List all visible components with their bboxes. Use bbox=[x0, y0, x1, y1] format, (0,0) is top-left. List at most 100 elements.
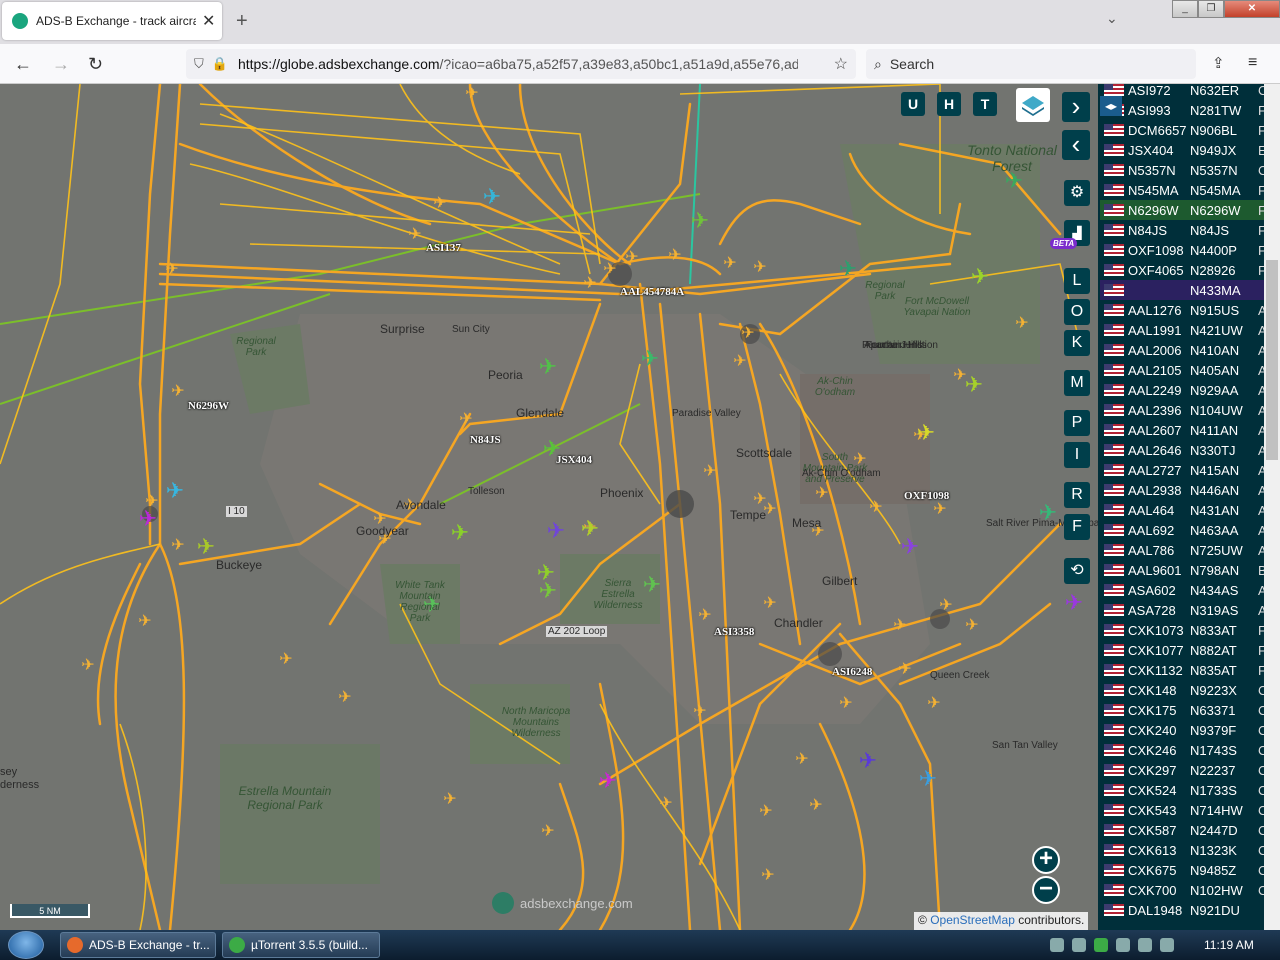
aircraft-list-row[interactable]: CXK613 N1323K C bbox=[1100, 840, 1280, 860]
aircraft-list-row[interactable]: CXK246 N1743S C bbox=[1100, 740, 1280, 760]
network-icon[interactable] bbox=[1050, 938, 1064, 952]
control-button-f[interactable]: F bbox=[1064, 514, 1090, 540]
aircraft-list-row[interactable]: AAL2105 N405AN A bbox=[1100, 360, 1280, 380]
aircraft-list-row[interactable]: CXK240 N9379F C bbox=[1100, 720, 1280, 740]
control-button-k[interactable]: K bbox=[1064, 330, 1090, 356]
aircraft-list-row[interactable]: CXK1132 N835AT F bbox=[1100, 660, 1280, 680]
utorrent-tray-icon[interactable] bbox=[1094, 938, 1108, 952]
aircraft-list-row[interactable]: N545MA N545MA F bbox=[1100, 180, 1280, 200]
aircraft-list-row[interactable]: CXK700 N102HW C bbox=[1100, 880, 1280, 900]
control-button-t[interactable]: T bbox=[973, 92, 997, 116]
start-button[interactable] bbox=[8, 931, 44, 959]
back-arrow-icon[interactable]: ← bbox=[14, 54, 32, 75]
aircraft-label[interactable]: JSX404 bbox=[556, 454, 592, 466]
aircraft-list-row[interactable]: AAL2249 N929AA A bbox=[1100, 380, 1280, 400]
aircraft-label[interactable]: ASI6248 bbox=[832, 666, 872, 678]
aircraft-list-row[interactable]: N6296W N6296W F bbox=[1100, 200, 1280, 220]
aircraft-list-row[interactable]: CXK543 N714HW C bbox=[1100, 800, 1280, 820]
control-button-o[interactable]: O bbox=[1064, 299, 1090, 325]
url-text[interactable]: https://globe.adsbexchange.com/?icao=a6b… bbox=[238, 56, 798, 72]
aircraft-list-row[interactable]: AAL692 N463AA A bbox=[1100, 520, 1280, 540]
aircraft-list-row[interactable]: CXK175 N63371 C bbox=[1100, 700, 1280, 720]
tab-close-icon[interactable]: ✕ bbox=[202, 11, 215, 31]
aircraft-list-row[interactable]: AAL2646 N330TJ A bbox=[1100, 440, 1280, 460]
zoom-in-button[interactable]: + bbox=[1032, 846, 1060, 874]
control-button-m[interactable]: M bbox=[1064, 370, 1090, 396]
aircraft-list-row[interactable]: N84JS N84JS F bbox=[1100, 220, 1280, 240]
taskbar-utorrent[interactable]: µTorrent 3.5.5 (build... bbox=[222, 932, 380, 958]
aircraft-label[interactable]: OXF1098 bbox=[904, 490, 949, 502]
tracking-shield-icon[interactable]: ⛉ bbox=[194, 56, 204, 72]
aircraft-list-row[interactable]: AAL2006 N410AN A bbox=[1100, 340, 1280, 360]
openstreetmap-link[interactable]: OpenStreetMap bbox=[930, 913, 1015, 927]
aircraft-list-row[interactable]: CXK1077 N882AT F bbox=[1100, 640, 1280, 660]
restore-button[interactable]: ❐ bbox=[1198, 0, 1224, 18]
lock-icon[interactable]: 🔒 bbox=[212, 56, 228, 72]
expand-panel-icon[interactable]: ◂▸ bbox=[1100, 96, 1122, 116]
aircraft-list-row[interactable]: AAL1276 N915US A bbox=[1100, 300, 1280, 320]
aircraft-list-row[interactable]: ASA602 N434AS A bbox=[1100, 580, 1280, 600]
control-button-i[interactable]: I bbox=[1064, 442, 1090, 468]
replay-icon[interactable]: ⟲ bbox=[1064, 558, 1090, 584]
aircraft-list-row[interactable]: AAL2396 N104UW A bbox=[1100, 400, 1280, 420]
aircraft-label[interactable]: N84JS bbox=[470, 434, 501, 446]
aircraft-list-row[interactable]: AAL2938 N446AN A bbox=[1100, 480, 1280, 500]
control-button-p[interactable]: P bbox=[1064, 410, 1090, 436]
scrollbar-thumb[interactable] bbox=[1266, 260, 1278, 460]
aircraft-list-row[interactable]: OXF4065 N28926 F bbox=[1100, 260, 1280, 280]
aircraft-label[interactable]: N6296W bbox=[188, 400, 229, 412]
bluetooth-icon[interactable] bbox=[1072, 938, 1086, 952]
previous-aircraft-button[interactable]: ‹ bbox=[1062, 130, 1090, 160]
new-tab-button[interactable]: + bbox=[236, 10, 248, 33]
settings-gear-icon[interactable]: ⚙ bbox=[1064, 180, 1090, 206]
control-button-r[interactable]: R bbox=[1064, 482, 1090, 508]
aircraft-list-row[interactable]: AAL786 N725UW A bbox=[1100, 540, 1280, 560]
aircraft-list-row[interactable]: DCM6657 N906BL F bbox=[1100, 120, 1280, 140]
extensions-icon[interactable]: ⇪ bbox=[1212, 54, 1225, 72]
update-icon[interactable] bbox=[1116, 938, 1130, 952]
reload-icon[interactable]: ↻ bbox=[88, 54, 103, 75]
address-bar[interactable]: ⛉ 🔒 https://globe.adsbexchange.com/?icao… bbox=[186, 49, 856, 79]
menu-icon[interactable]: ≡ bbox=[1248, 54, 1257, 72]
aircraft-list-row[interactable]: N5357N N5357N C bbox=[1100, 160, 1280, 180]
aircraft-list-row[interactable]: ASI972 N632ER C bbox=[1100, 84, 1280, 100]
aircraft-list-row[interactable]: N433MA bbox=[1100, 280, 1280, 300]
aircraft-list-row[interactable]: CXK524 N1733S C bbox=[1100, 780, 1280, 800]
browser-tab[interactable]: ADS-B Exchange - track aircraft ✕ bbox=[2, 2, 222, 40]
aircraft-list-row[interactable]: DAL1948 N921DU bbox=[1100, 900, 1280, 920]
search-box[interactable]: ⌕ Search bbox=[866, 49, 1196, 79]
aircraft-label[interactable]: ASI137 bbox=[426, 242, 461, 254]
flight-map[interactable]: ✈ ✈ ✈ ✈ ✈ ✈ ✈ ✈ ✈ ✈ ✈ ✈ ✈ ✈ ✈ ✈ ✈ ✈ ✈ ✈ ✈ ✈ ✈ ✈ ✈ ✈ ✈ ✈ ✈ ✈ … bbox=[0, 84, 1098, 930]
aircraft-list-row[interactable]: JSX404 N949JX E bbox=[1100, 140, 1280, 160]
minimize-button[interactable]: _ bbox=[1172, 0, 1198, 18]
aircraft-list-row[interactable]: AAL464 N431AN A bbox=[1100, 500, 1280, 520]
taskbar-firefox[interactable]: ADS-B Exchange - tr... bbox=[60, 932, 216, 958]
control-button-h[interactable]: H bbox=[937, 92, 961, 116]
aircraft-label[interactable]: AAL454784A bbox=[620, 286, 684, 298]
taskbar-clock[interactable]: 11:19 AM bbox=[1204, 938, 1254, 952]
control-button-u[interactable]: U bbox=[901, 92, 925, 116]
aircraft-list-row[interactable]: AAL2607 N411AN A bbox=[1100, 420, 1280, 440]
forward-arrow-icon[interactable]: → bbox=[52, 54, 70, 75]
bookmark-star-icon[interactable]: ☆ bbox=[834, 54, 848, 74]
aircraft-list-row[interactable]: CXK1073 N833AT F bbox=[1100, 620, 1280, 640]
display-icon[interactable] bbox=[1138, 938, 1152, 952]
aircraft-list-row[interactable]: AAL1991 N421UW A bbox=[1100, 320, 1280, 340]
zoom-out-button[interactable]: − bbox=[1032, 876, 1060, 904]
aircraft-list-row[interactable]: CXK587 N2447D C bbox=[1100, 820, 1280, 840]
aircraft-label[interactable]: ASI3358 bbox=[714, 626, 754, 638]
aircraft-list-row[interactable]: CXK148 N9223X C bbox=[1100, 680, 1280, 700]
aircraft-list-row[interactable]: CXK675 N9485Z C bbox=[1100, 860, 1280, 880]
aircraft-list-scrollbar[interactable] bbox=[1264, 84, 1280, 930]
list-tabs-chevron-icon[interactable]: ⌄ bbox=[1106, 10, 1118, 27]
aircraft-list-row[interactable]: OXF1098 N4400P F bbox=[1100, 240, 1280, 260]
next-aircraft-button[interactable]: › bbox=[1062, 92, 1090, 122]
aircraft-list-row[interactable]: AAL2727 N415AN A bbox=[1100, 460, 1280, 480]
aircraft-list-row[interactable]: CXK297 N22237 C bbox=[1100, 760, 1280, 780]
aircraft-list-row[interactable]: AAL9601 N798AN B bbox=[1100, 560, 1280, 580]
volume-icon[interactable] bbox=[1160, 938, 1174, 952]
aircraft-list-row[interactable]: ASI993 N281TW F bbox=[1100, 100, 1280, 120]
aircraft-list-row[interactable]: ASA728 N319AS A bbox=[1100, 600, 1280, 620]
control-button-l[interactable]: L bbox=[1064, 268, 1090, 294]
layers-button[interactable] bbox=[1016, 88, 1050, 122]
